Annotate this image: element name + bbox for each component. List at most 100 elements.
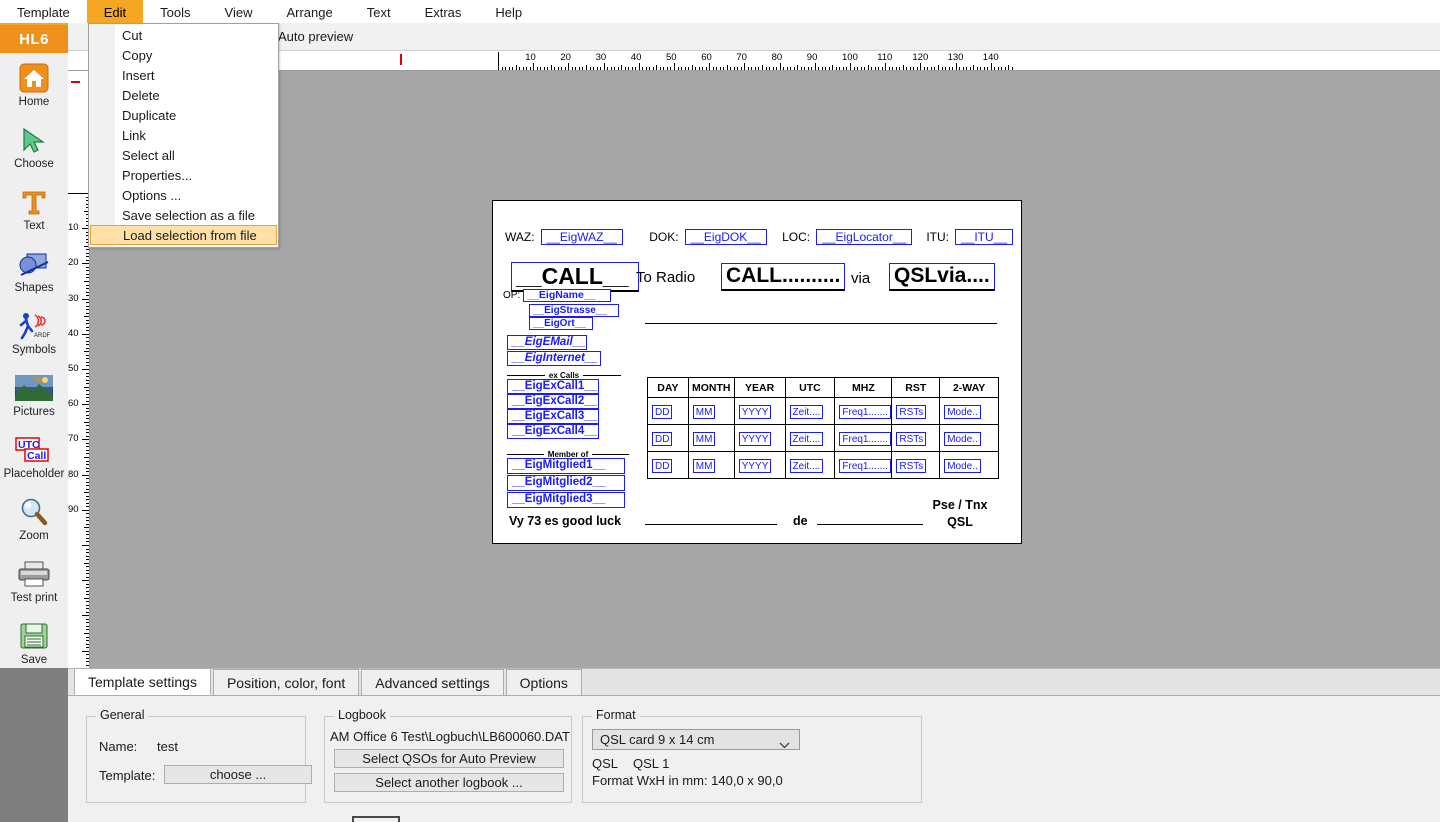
qso-cell[interactable]: DD xyxy=(647,451,689,479)
ex-call-field-2[interactable]: __EigExCall2__ xyxy=(507,394,599,409)
table-row[interactable]: DD MM YYYY Zeit.... Freq1....... RSTs Mo… xyxy=(647,451,999,479)
field-dok-value[interactable]: __EigDOK__ xyxy=(684,229,767,245)
qso-cell[interactable]: MM xyxy=(687,397,735,425)
qso-year-field[interactable]: YYYY xyxy=(738,405,772,419)
email-field[interactable]: __EigEMail__ xyxy=(507,335,587,350)
sidebar-item-pictures[interactable]: Pictures xyxy=(0,363,68,425)
qso-cell[interactable]: YYYY xyxy=(733,451,786,479)
field-waz-value[interactable]: __EigWAZ__ xyxy=(540,229,623,245)
sidebar-item-save[interactable]: Save xyxy=(0,611,68,673)
qso-cell[interactable]: Freq1....... xyxy=(834,451,893,479)
qso-cell[interactable]: RSTs xyxy=(891,397,941,425)
tab-template-settings[interactable]: Template settings xyxy=(74,668,211,695)
design-canvas[interactable]: WAZ: __EigWAZ__ DOK: __EigDOK__ LOC: __E… xyxy=(90,71,1440,668)
menu-item-load-selection[interactable]: Load selection from file xyxy=(90,225,277,245)
ex-call-field-4[interactable]: __EigExCall4__ xyxy=(507,424,599,439)
qso-cell[interactable]: Zeit.... xyxy=(784,397,836,425)
qso-cell[interactable]: Mode.. xyxy=(939,424,999,452)
qso-month-field[interactable]: MM xyxy=(692,405,716,419)
qso-mhz-field[interactable]: Freq1....... xyxy=(839,459,891,473)
qso-rst-field[interactable]: RSTs xyxy=(896,405,927,419)
menu-item-copy[interactable]: Copy xyxy=(89,45,278,65)
menu-tools[interactable]: Tools xyxy=(143,0,207,23)
sidebar-item-shapes[interactable]: Shapes xyxy=(0,239,68,301)
qso-cell[interactable]: Mode.. xyxy=(939,451,999,479)
menu-item-cut[interactable]: Cut xyxy=(89,25,278,45)
tab-position-color-font[interactable]: Position, color, font xyxy=(212,669,360,695)
field-waz[interactable]: WAZ: __EigWAZ__ xyxy=(505,229,649,245)
ex-call-field-1[interactable]: __EigExCall1__ xyxy=(507,379,599,394)
menu-item-select-all[interactable]: Select all xyxy=(89,145,278,165)
qso-cell[interactable]: DD xyxy=(647,424,689,452)
menu-item-options[interactable]: Options ... xyxy=(89,185,278,205)
menu-item-properties[interactable]: Properties... xyxy=(89,165,278,185)
qso-cell[interactable]: Zeit.... xyxy=(784,424,836,452)
qso-cell[interactable]: DD xyxy=(647,397,689,425)
qso-2way-field[interactable]: Mode.. xyxy=(944,405,981,419)
address-city-field[interactable]: __EigOrt__ xyxy=(529,317,593,330)
qso-cell[interactable]: RSTs xyxy=(891,424,941,452)
qsl-card-preview[interactable]: WAZ: __EigWAZ__ DOK: __EigDOK__ LOC: __E… xyxy=(492,200,1022,544)
qso-table[interactable]: DAY MONTH YEAR UTC MHZ RST 2-WAY DD MM Y… xyxy=(647,377,999,479)
menu-view[interactable]: View xyxy=(208,0,270,23)
menu-arrange[interactable]: Arrange xyxy=(269,0,349,23)
qso-utc-field[interactable]: Zeit.... xyxy=(789,405,824,419)
qso-day-field[interactable]: DD xyxy=(652,405,673,419)
field-itu[interactable]: ITU: __ITU__ xyxy=(926,229,1014,245)
table-row[interactable]: DD MM YYYY Zeit.... Freq1....... RSTs Mo… xyxy=(647,397,999,425)
qso-year-field[interactable]: YYYY xyxy=(738,432,772,446)
sidebar-item-symbols[interactable]: ARDF Symbols xyxy=(0,301,68,363)
member-field-3[interactable]: __EigMitglied3__ xyxy=(507,492,625,508)
qso-month-field[interactable]: MM xyxy=(692,459,716,473)
menu-edit[interactable]: Edit xyxy=(86,0,144,23)
qso-cell[interactable]: Zeit.... xyxy=(784,451,836,479)
menu-text[interactable]: Text xyxy=(350,0,408,23)
menu-item-save-selection[interactable]: Save selection as a file xyxy=(89,205,278,225)
sidebar-item-choose[interactable]: Choose xyxy=(0,115,68,177)
qso-cell[interactable]: Freq1....... xyxy=(834,397,893,425)
own-callsign-field[interactable]: __CALL__ xyxy=(511,262,640,293)
qso-mhz-field[interactable]: Freq1....... xyxy=(839,432,891,446)
ex-call-field-3[interactable]: __EigExCall3__ xyxy=(507,409,599,424)
qso-2way-field[interactable]: Mode.. xyxy=(944,459,981,473)
internet-field[interactable]: __EigInternet__ xyxy=(507,351,601,366)
sidebar-item-zoom[interactable]: Zoom xyxy=(0,487,68,549)
qso-day-field[interactable]: DD xyxy=(652,432,673,446)
sidebar-item-text[interactable]: Text xyxy=(0,177,68,239)
qso-day-field[interactable]: DD xyxy=(652,459,673,473)
qso-cell[interactable]: Freq1....... xyxy=(834,424,893,452)
qso-cell[interactable]: RSTs xyxy=(891,451,941,479)
member-field-2[interactable]: __EigMitglied2__ xyxy=(507,475,625,491)
qso-cell[interactable]: YYYY xyxy=(733,397,786,425)
address-street-field[interactable]: __EigStrasse__ xyxy=(529,304,619,317)
qso-month-field[interactable]: MM xyxy=(692,432,716,446)
select-qsos-button[interactable]: Select QSOs for Auto Preview xyxy=(334,749,564,768)
qso-utc-field[interactable]: Zeit.... xyxy=(789,432,824,446)
qso-rst-field[interactable]: RSTs xyxy=(896,459,927,473)
choose-template-button[interactable]: choose ... xyxy=(164,765,312,784)
edit-menu-dropdown[interactable]: Cut Copy Insert Delete Duplicate Link Se… xyxy=(88,23,279,248)
bottom-partial-button[interactable] xyxy=(352,816,400,822)
qso-cell[interactable]: MM xyxy=(687,451,735,479)
menu-item-duplicate[interactable]: Duplicate xyxy=(89,105,278,125)
qso-year-field[interactable]: YYYY xyxy=(738,459,772,473)
table-row[interactable]: DD MM YYYY Zeit.... Freq1....... RSTs Mo… xyxy=(647,424,999,452)
qso-cell[interactable]: YYYY xyxy=(733,424,786,452)
field-loc-value[interactable]: __EigLocator__ xyxy=(816,229,913,245)
tab-advanced-settings[interactable]: Advanced settings xyxy=(361,669,504,695)
sidebar-item-placeholder[interactable]: UTC Call Placeholder xyxy=(0,425,68,487)
field-itu-value[interactable]: __ITU__ xyxy=(954,229,1014,245)
menu-item-link[interactable]: Link xyxy=(89,125,278,145)
menu-help[interactable]: Help xyxy=(478,0,539,23)
sidebar-item-test-print[interactable]: Test print xyxy=(0,549,68,611)
menu-item-insert[interactable]: Insert xyxy=(89,65,278,85)
qso-2way-field[interactable]: Mode.. xyxy=(944,432,981,446)
qso-rst-field[interactable]: RSTs xyxy=(896,432,927,446)
chevron-down-icon[interactable] xyxy=(779,737,790,752)
format-select[interactable]: QSL card 9 x 14 cm xyxy=(592,729,800,750)
to-callsign-field[interactable]: CALL.......... xyxy=(721,263,846,292)
operator-name-field[interactable]: __EigName__ xyxy=(523,289,612,302)
field-dok[interactable]: DOK: __EigDOK__ xyxy=(649,229,782,245)
member-field-1[interactable]: __EigMitglied1__ xyxy=(507,458,625,474)
select-logbook-button[interactable]: Select another logbook ... xyxy=(334,773,564,792)
